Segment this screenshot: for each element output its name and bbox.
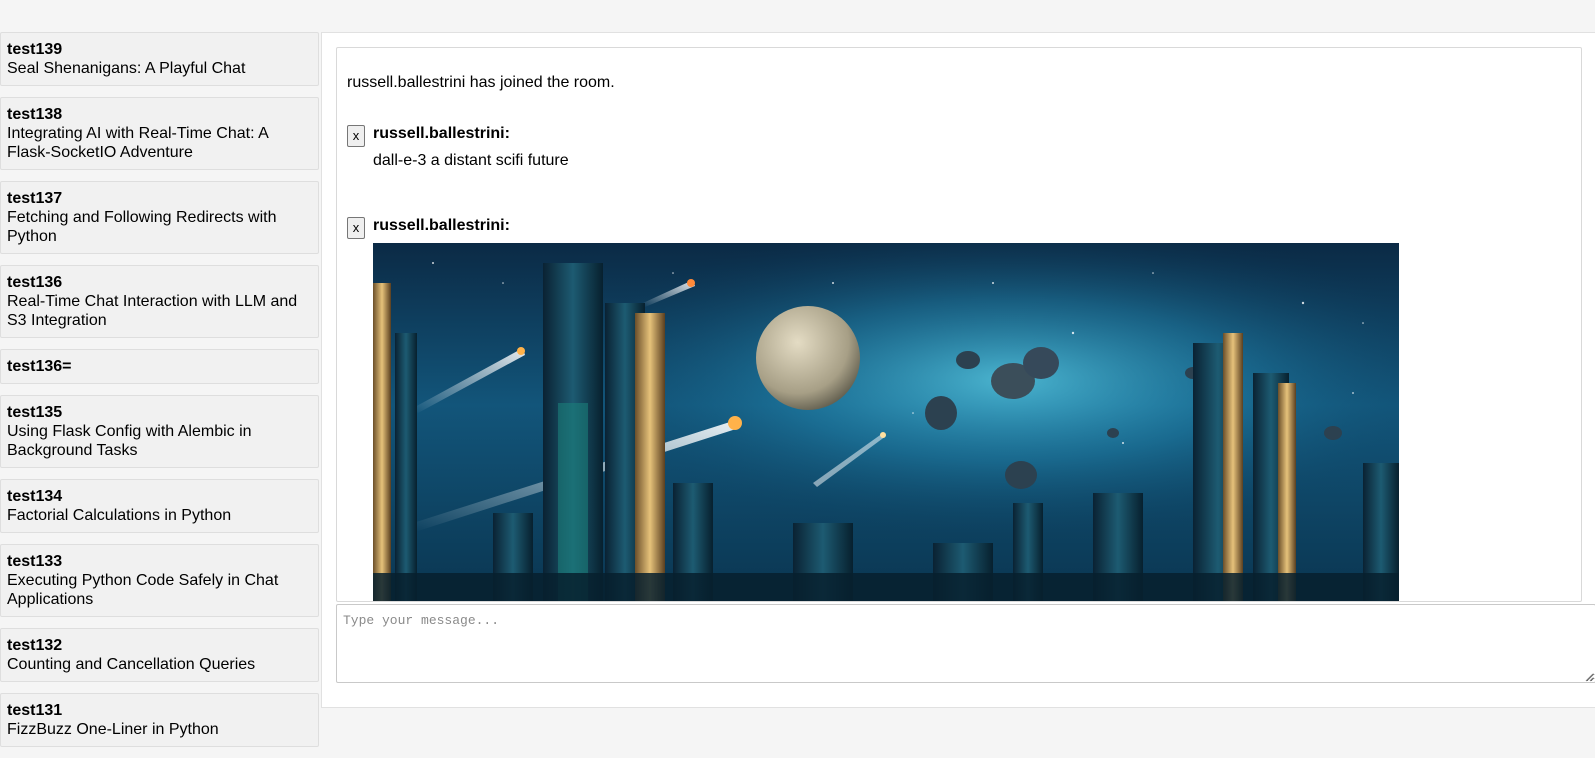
room-item[interactable]: test131 FizzBuzz One-Liner in Python xyxy=(0,693,319,747)
room-name: test131 xyxy=(7,702,63,719)
room-name: test139 xyxy=(7,41,63,58)
room-title: Integrating AI with Real-Time Chat: A Fl… xyxy=(7,125,268,161)
resize-grip-icon[interactable] xyxy=(1584,672,1594,682)
message-input[interactable] xyxy=(336,604,1595,683)
message-image[interactable] xyxy=(373,243,1399,601)
join-message: russell.ballestrini has joined the room. xyxy=(347,74,615,91)
room-title: Executing Python Code Safely in Chat App… xyxy=(7,572,279,608)
room-title: Fetching and Following Redirects with Py… xyxy=(7,209,277,245)
room-item[interactable]: test133 Executing Python Code Safely in … xyxy=(0,544,319,617)
room-item[interactable]: test134 Factorial Calculations in Python xyxy=(0,479,319,533)
room-item[interactable]: test136 Real-Time Chat Interaction with … xyxy=(0,265,319,338)
room-item[interactable]: test135 Using Flask Config with Alembic … xyxy=(0,395,319,468)
room-name: test133 xyxy=(7,553,63,570)
chat-messages[interactable]: russell.ballestrini has joined the room.… xyxy=(336,47,1582,602)
room-list: test139 Seal Shenanigans: A Playful Chat… xyxy=(0,32,319,758)
message-username: russell.ballestrini: xyxy=(373,125,510,142)
room-name: test136 xyxy=(7,274,63,291)
room-item[interactable]: test132 Counting and Cancellation Querie… xyxy=(0,628,319,682)
room-name: test132 xyxy=(7,637,63,654)
room-name: test137 xyxy=(7,190,63,207)
delete-message-button[interactable]: x xyxy=(347,125,365,147)
room-title: Real-Time Chat Interaction with LLM and … xyxy=(7,293,298,329)
room-item[interactable]: test136= xyxy=(0,349,319,384)
room-name: test134 xyxy=(7,488,63,505)
room-item[interactable]: test137 Fetching and Following Redirects… xyxy=(0,181,319,254)
room-name: test135 xyxy=(7,404,63,421)
room-item[interactable]: test139 Seal Shenanigans: A Playful Chat xyxy=(0,32,319,86)
room-title: Counting and Cancellation Queries xyxy=(7,656,256,673)
message-username: russell.ballestrini: xyxy=(373,217,510,234)
delete-message-button[interactable]: x xyxy=(347,217,365,239)
message-text: dall-e-3 a distant scifi future xyxy=(373,152,569,169)
scifi-city-image xyxy=(373,243,1399,601)
room-name: test136= xyxy=(7,358,72,375)
room-item[interactable]: test138 Integrating AI with Real-Time Ch… xyxy=(0,97,319,170)
room-title: Factorial Calculations in Python xyxy=(7,507,232,524)
room-title: Using Flask Config with Alembic in Backg… xyxy=(7,423,252,459)
chat-panel: russell.ballestrini has joined the room.… xyxy=(321,32,1595,708)
room-title: Seal Shenanigans: A Playful Chat xyxy=(7,60,246,77)
room-title: FizzBuzz One-Liner in Python xyxy=(7,721,219,738)
room-name: test138 xyxy=(7,106,63,123)
